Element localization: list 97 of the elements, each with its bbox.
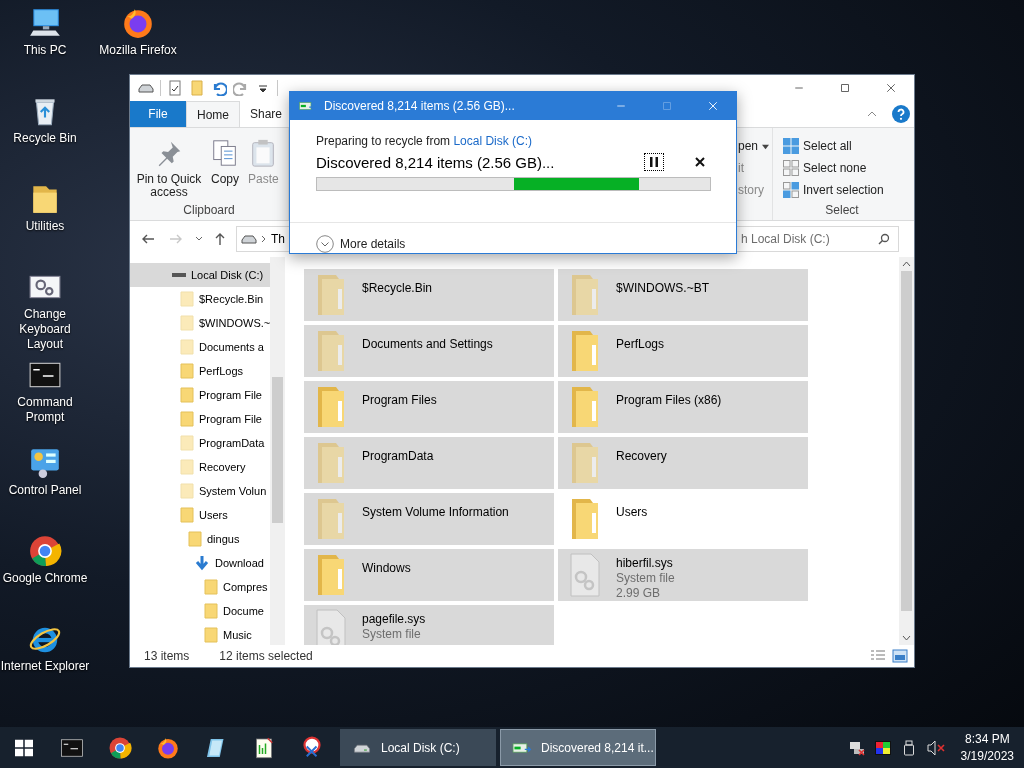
close-icon	[707, 100, 719, 112]
close-icon	[694, 156, 706, 168]
chevron-down-circle-icon[interactable]	[316, 235, 334, 253]
search-icon	[878, 233, 890, 245]
maximize-icon	[661, 100, 673, 112]
file-tile[interactable]: PerfLogs	[558, 325, 808, 377]
file-tile[interactable]: ProgramData	[304, 437, 554, 489]
tree-item[interactable]: Program File	[130, 383, 270, 407]
tiles-view-icon[interactable]	[892, 649, 908, 663]
tree-item[interactable]: PerfLogs	[130, 359, 270, 383]
tree-item[interactable]: Local Disk (C:)	[130, 263, 270, 287]
close-icon	[885, 82, 897, 94]
file-tile[interactable]: pagefile.sys System file	[304, 605, 554, 645]
scrollbar[interactable]	[899, 257, 914, 645]
more-details-button[interactable]: More details	[340, 237, 406, 251]
icon-label[interactable]: This PC	[23, 43, 67, 58]
icon-label[interactable]: Utilities	[25, 219, 65, 234]
pause-button[interactable]	[644, 153, 664, 171]
progress-heading: Discovered 8,214 items (2.56 GB)...	[316, 153, 556, 171]
selection-count: 12 items selected	[219, 649, 313, 663]
speaker-icon[interactable]	[926, 739, 945, 756]
file-tile[interactable]: $Recycle.Bin	[304, 269, 554, 321]
ribbon-tab[interactable]: Home	[186, 101, 240, 127]
icon-label[interactable]: Control Panel	[8, 483, 82, 498]
group-label: Clipboard	[182, 203, 236, 219]
ribbon-button[interactable]: Pin to Quick access	[134, 136, 204, 203]
tree-item[interactable]: Download	[130, 551, 270, 575]
select-grid-icon	[783, 160, 799, 176]
taskbar-button[interactable]: Local Disk (C:)	[340, 729, 496, 766]
icon-label[interactable]: Change Keyboard Layout	[0, 307, 90, 352]
tree-item[interactable]: Program File	[130, 407, 270, 431]
tree-item[interactable]: Docume	[130, 599, 270, 623]
scrollbar-thumb[interactable]	[272, 377, 283, 523]
tree-item[interactable]: Documents a	[130, 335, 270, 359]
pause-icon	[648, 156, 660, 168]
circle-logo-icon[interactable]	[108, 735, 132, 760]
chevron-icon	[260, 235, 268, 243]
file-tile[interactable]: hiberfil.sys System file 2.99 GB	[558, 549, 808, 601]
file-tile[interactable]: Windows	[304, 549, 554, 601]
file-tile[interactable]: Recovery	[558, 437, 808, 489]
tree-item[interactable]: ProgramData	[130, 431, 270, 455]
ribbon-button[interactable]: Select none	[783, 157, 911, 179]
dialog-title: Discovered 8,214 items (2.56 GB)...	[324, 99, 515, 113]
undo-icon[interactable]	[211, 80, 227, 96]
icon-label[interactable]: Google Chrome	[2, 571, 88, 586]
circle-logo-icon[interactable]	[28, 534, 62, 568]
maximize-icon	[839, 82, 851, 94]
scissors-icon[interactable]	[300, 735, 324, 760]
file-tile[interactable]: Program Files (x86)	[558, 381, 808, 433]
ribbon-button[interactable]: Select all	[783, 135, 911, 157]
icon-label[interactable]: Command Prompt	[0, 395, 90, 425]
select-grid-icon	[783, 138, 799, 154]
ribbon-button[interactable]: Invert selection	[783, 179, 911, 201]
scrollbar[interactable]	[270, 257, 285, 645]
file-type: System file	[362, 627, 422, 642]
tree-item[interactable]: dingus	[130, 527, 270, 551]
file-tile[interactable]: Documents and Settings	[304, 325, 554, 377]
select-grid-icon	[783, 182, 799, 198]
ribbon-button[interactable]: Copy	[208, 136, 242, 203]
caret-icon	[195, 235, 203, 243]
network-error-icon[interactable]	[848, 739, 865, 756]
file-size: 2.99 GB	[616, 586, 662, 601]
item-count: 13 items	[144, 649, 190, 663]
source-link[interactable]: Local Disk (C:)	[453, 134, 533, 148]
group-label: Select	[824, 203, 860, 219]
clock-date[interactable]: 3/19/2023	[960, 747, 1014, 765]
clock-time[interactable]: 8:34 PM	[964, 730, 1010, 748]
file-tile[interactable]: Users	[558, 493, 808, 545]
help-icon[interactable]	[892, 105, 910, 123]
scroll-up-icon[interactable]	[902, 261, 911, 267]
forward-arrow-icon	[169, 232, 183, 246]
icon-label[interactable]: Recycle Bin	[13, 131, 77, 146]
file-type: System file	[616, 571, 675, 586]
ribbon-tab[interactable]: Share	[240, 101, 293, 127]
checklist-icon[interactable]	[167, 80, 183, 96]
taskbar-button[interactable]: Discovered 8,214 it...	[500, 729, 656, 766]
scrollbar-thumb[interactable]	[901, 271, 912, 611]
tree-item[interactable]: Music	[130, 623, 270, 647]
tree-item[interactable]: $WINDOWS.~	[130, 311, 270, 335]
icon-label[interactable]: Mozilla Firefox	[99, 43, 177, 58]
scroll-down-icon[interactable]	[902, 635, 911, 641]
ribbon-button[interactable]: pen	[738, 135, 772, 157]
file-tile[interactable]: Program Files	[304, 381, 554, 433]
tree-item[interactable]: Recovery	[130, 455, 270, 479]
tree-item[interactable]: $Recycle.Bin	[130, 287, 270, 311]
tree-item[interactable]: Compres	[130, 575, 270, 599]
icon-label[interactable]: Internet Explorer	[0, 659, 90, 674]
ribbon-tab[interactable]: File	[130, 101, 186, 127]
dashboard-window-icon[interactable]	[28, 446, 62, 480]
file-tile[interactable]: $WINDOWS.~BT	[558, 269, 808, 321]
back-arrow-icon	[141, 232, 155, 246]
file-tile[interactable]: System Volume Information	[304, 493, 554, 545]
status-text: Preparing to recycle from Local Disk (C:)	[316, 134, 534, 148]
up-arrow-icon	[213, 232, 227, 246]
tree-item[interactable]: Users	[130, 503, 270, 527]
tree-item[interactable]: System Volun	[130, 479, 270, 503]
color-squares-icon[interactable]	[874, 739, 891, 756]
